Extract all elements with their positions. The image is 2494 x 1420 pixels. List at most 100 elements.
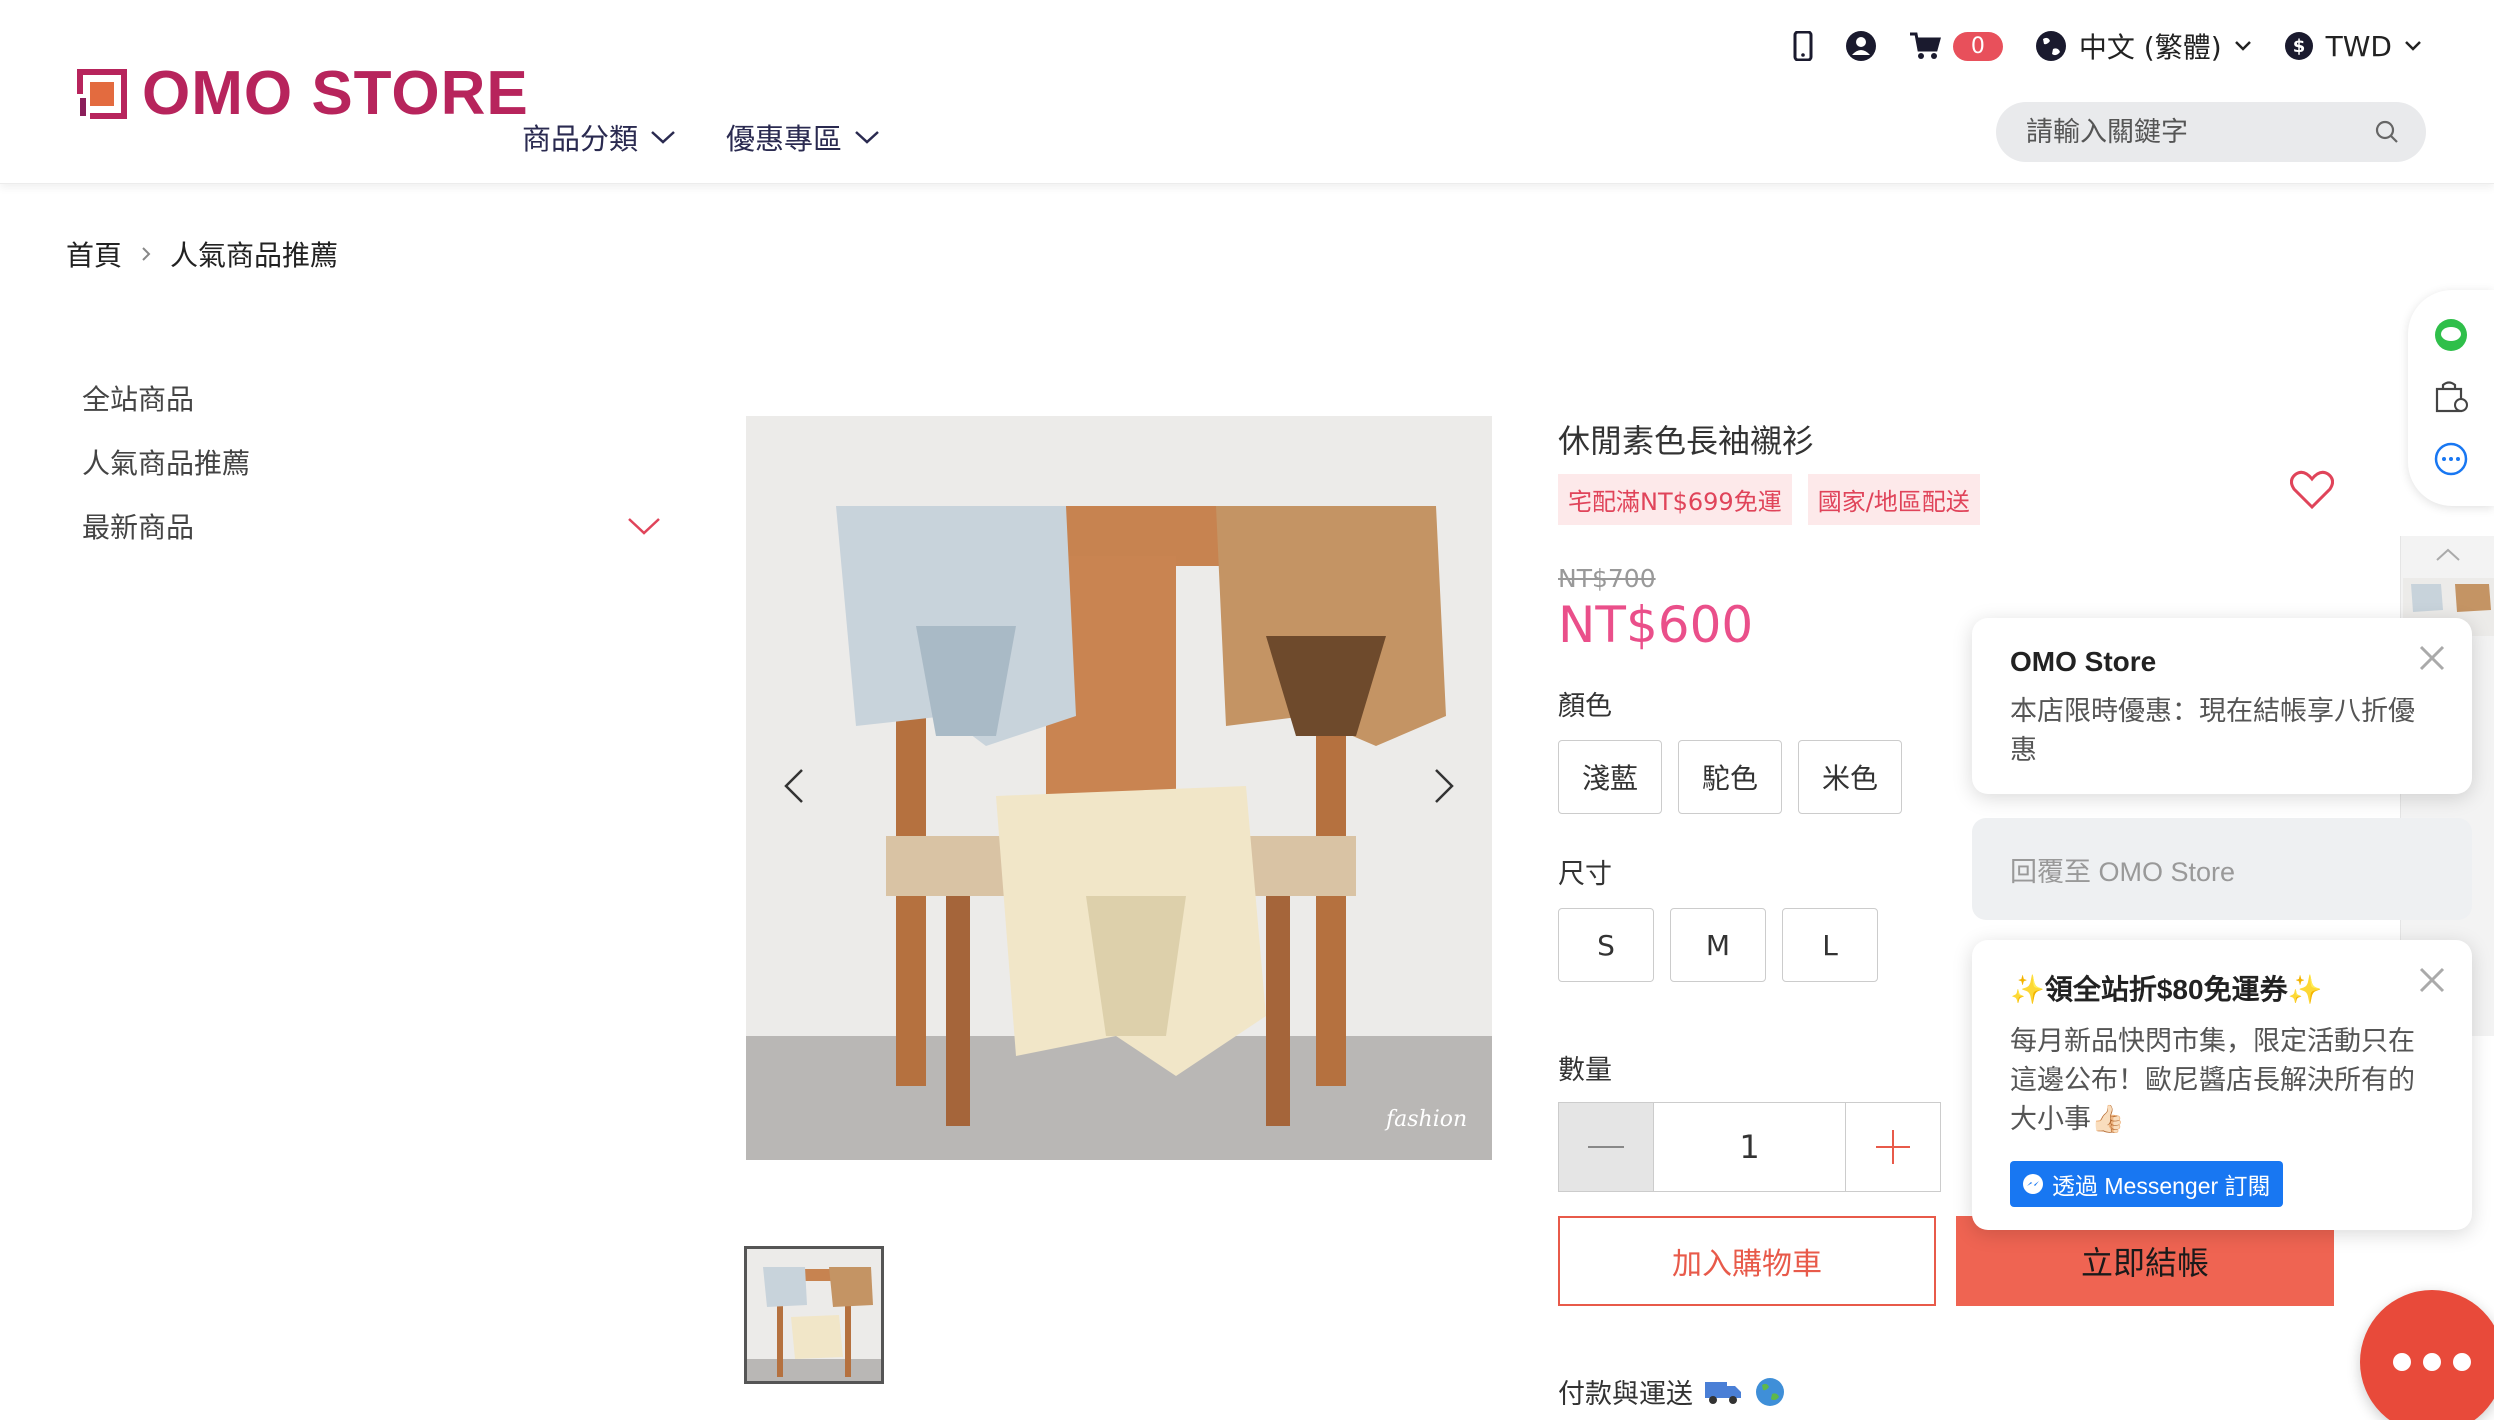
sidebar-item-label: 最新商品: [82, 511, 195, 544]
sidebar-item-new-products[interactable]: 最新商品: [82, 494, 662, 558]
chat-bubble-icon: [2434, 443, 2468, 476]
product-thumbnail[interactable]: [744, 1246, 884, 1384]
coupon-title: ✨領全站折$80免運券✨: [2010, 974, 2323, 1005]
dot-icon: [2453, 1353, 2471, 1371]
close-icon[interactable]: [2418, 644, 2446, 672]
color-option-light-blue[interactable]: 淺藍: [1558, 740, 1662, 814]
breadcrumb-home[interactable]: 首頁: [66, 234, 122, 274]
right-floating-rail: [2408, 290, 2494, 506]
breadcrumb-current[interactable]: 人氣商品推薦: [170, 234, 338, 274]
quantity-decrease-button[interactable]: [1559, 1103, 1653, 1191]
sidebar-item-popular[interactable]: 人氣商品推薦: [82, 430, 662, 494]
language-selector[interactable]: 中文 (繁體): [2035, 26, 2252, 66]
nav-product-categories[interactable]: 商品分類: [522, 116, 676, 158]
language-label: 中文 (繁體): [2078, 31, 2222, 64]
shopping-bag-icon: [2435, 381, 2468, 413]
sidebar-item-label: 全站商品: [82, 383, 195, 416]
minus-icon: [1588, 1146, 1624, 1148]
delivery-region-tag[interactable]: 國家/地區配送: [1807, 474, 1980, 525]
line-chat-icon: [2435, 318, 2467, 351]
globe-icon: [2035, 31, 2066, 61]
coupon-message: 每月新品快閃市集，限定活動只在這邊公布！歐尼醬店長解決所有的大小事👍🏻: [2010, 1026, 2415, 1135]
messenger-icon: [2023, 1174, 2043, 1194]
payment-shipping-section[interactable]: 付款與運送: [1558, 1372, 1785, 1411]
chevron-down-icon: [2234, 41, 2251, 51]
search-bar: [1996, 102, 2426, 162]
quantity-stepper: 1: [1558, 1102, 1941, 1192]
user-account-icon: [1845, 31, 1876, 61]
size-label: 尺寸: [1558, 859, 1612, 890]
thumbnail-photo: [747, 1249, 881, 1381]
cart-button[interactable]: 0: [1909, 31, 2003, 61]
product-title: 休閒素色長袖襯衫: [1558, 422, 1815, 460]
size-option-l[interactable]: L: [1782, 908, 1878, 982]
original-price: NT$700: [1558, 564, 1656, 593]
chevron-down-icon[interactable]: [626, 515, 662, 537]
cart-count-badge: 0: [1952, 31, 2003, 61]
chevron-right-icon: [142, 247, 151, 261]
messenger-subscribe-button[interactable]: 透過 Messenger 訂閱: [2010, 1161, 2283, 1207]
chevron-down-icon: [2405, 41, 2421, 51]
product-image: fashion: [746, 416, 1492, 1160]
size-option-m[interactable]: M: [1670, 908, 1766, 982]
nav-promotions[interactable]: 優惠專區: [726, 116, 880, 158]
messenger-subscribe-label: 透過 Messenger 訂閱: [2052, 1173, 2271, 1199]
mobile-button[interactable]: [1793, 31, 1813, 61]
truck-icon: [1705, 1381, 1741, 1404]
quantity-label: 數量: [1558, 1055, 1612, 1086]
quantity-increase-button[interactable]: [1846, 1103, 1940, 1191]
product-photo: fashion: [746, 416, 1492, 1160]
chevron-left-icon: [784, 769, 803, 803]
color-option-beige[interactable]: 米色: [1798, 740, 1902, 814]
breadcrumb: 首頁 人氣商品推薦: [66, 234, 338, 274]
heart-icon[interactable]: [2290, 470, 2334, 510]
search-input[interactable]: [2026, 116, 2374, 148]
shopping-bag-button[interactable]: [2433, 379, 2469, 415]
color-options: 淺藍 駝色 米色: [1558, 740, 1902, 814]
size-options: S M L: [1558, 908, 1878, 982]
svg-text:fashion: fashion: [1384, 1107, 1467, 1132]
dot-icon: [2423, 1353, 2441, 1371]
category-sidebar: 全站商品 人氣商品推薦 最新商品: [82, 366, 662, 558]
svg-text:$: $: [2292, 36, 2305, 57]
currency-selector[interactable]: $ TWD: [2284, 30, 2422, 63]
site-header: OMO STORE 商品分類 優惠專區 0 中文 (繁體) $ TWD: [0, 0, 2494, 184]
nav-label: 優惠專區: [726, 122, 843, 156]
coupon-popup: ✨領全站折$80免運券✨ 每月新品快閃市集，限定活動只在這邊公布！歐尼醬店長解決…: [1972, 940, 2472, 1230]
globe-icon: [1756, 1377, 1784, 1406]
chevron-down-icon: [651, 131, 675, 144]
store-logo[interactable]: OMO STORE: [76, 58, 529, 129]
chevron-right-icon: [1435, 769, 1454, 803]
messenger-button[interactable]: [2433, 442, 2469, 478]
quantity-value[interactable]: 1: [1653, 1103, 1846, 1191]
free-shipping-tag: 宅配滿NT$699免運: [1558, 474, 1792, 525]
close-icon[interactable]: [2418, 966, 2446, 994]
dollar-icon: $: [2284, 32, 2313, 60]
dot-icon: [2393, 1353, 2411, 1371]
store-logo-icon: [76, 68, 127, 120]
color-label: 顏色: [1558, 691, 1612, 722]
color-option-camel[interactable]: 駝色: [1678, 740, 1782, 814]
popup-message: 本店限時優惠：現在結帳享八折優惠: [2010, 696, 2415, 766]
shopping-cart-icon: [1909, 32, 1941, 59]
main-nav: 商品分類 優惠專區: [522, 116, 880, 158]
reply-input[interactable]: 回覆至 OMO Store: [1972, 818, 2472, 920]
nav-label: 商品分類: [522, 122, 639, 156]
utility-bar: 0 中文 (繁體) $ TWD: [1793, 26, 2422, 66]
sidebar-item-all-products[interactable]: 全站商品: [82, 366, 662, 430]
size-option-s[interactable]: S: [1558, 908, 1654, 982]
line-button[interactable]: [2434, 318, 2468, 352]
sidebar-item-label: 人氣商品推薦: [82, 447, 251, 480]
prev-image-button[interactable]: [764, 746, 824, 826]
payment-shipping-label: 付款與運送: [1558, 1379, 1693, 1410]
account-button[interactable]: [1845, 30, 1877, 62]
chevron-up-icon[interactable]: [2401, 536, 2494, 572]
mobile-phone-icon: [1793, 31, 1813, 61]
store-message-popup: OMO Store 本店限時優惠：現在結帳享八折優惠: [1972, 618, 2472, 794]
add-to-cart-button[interactable]: 加入購物車: [1558, 1216, 1936, 1306]
logo-text: OMO STORE: [142, 59, 529, 128]
next-image-button[interactable]: [1414, 746, 1474, 826]
search-icon[interactable]: [2374, 119, 2400, 145]
chat-launcher-button[interactable]: [2360, 1290, 2494, 1420]
chevron-down-icon: [855, 131, 879, 144]
